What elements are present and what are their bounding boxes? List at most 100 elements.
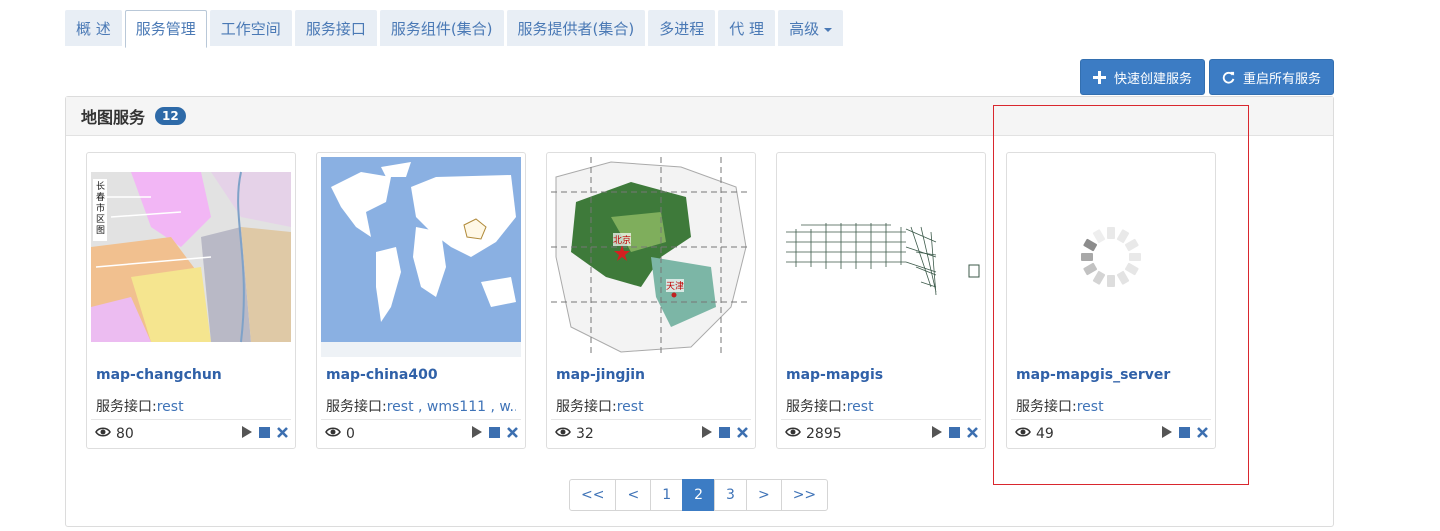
eye-icon bbox=[555, 426, 571, 442]
stop-icon[interactable] bbox=[949, 426, 960, 442]
card-controls bbox=[701, 425, 751, 442]
page-prev-button[interactable]: < bbox=[615, 479, 652, 511]
map-thumbnail-title: 长春市区图 bbox=[96, 182, 106, 236]
page-3-button[interactable]: 3 bbox=[714, 479, 747, 511]
map-services-panel: 地图服务 12 长春市区图 map-changchun 服务接口:rest 80… bbox=[65, 96, 1334, 527]
service-interfaces: 服务接口:rest bbox=[1016, 396, 1206, 416]
view-count-value: 0 bbox=[346, 425, 355, 442]
city-label-beijing: 北京 bbox=[613, 233, 632, 246]
stop-icon[interactable] bbox=[1179, 426, 1190, 442]
interface-values[interactable]: rest bbox=[1077, 399, 1104, 415]
delete-icon[interactable] bbox=[1197, 426, 1208, 442]
quick-create-service-button[interactable]: 快速创建服务 bbox=[1079, 59, 1205, 95]
delete-icon[interactable] bbox=[967, 426, 978, 442]
view-count: 80 bbox=[91, 426, 134, 442]
page-next-button[interactable]: > bbox=[745, 479, 782, 511]
tab-proxy[interactable]: 代 理 bbox=[718, 10, 776, 46]
eye-icon bbox=[95, 426, 111, 442]
nav-tabs: 概 述 服务管理 工作空间 服务接口 服务组件(集合) 服务提供者(集合) 多进… bbox=[65, 10, 844, 48]
city-label-tianjin: 天津 bbox=[666, 279, 685, 292]
map-thumbnail[interactable]: 长春市区图 bbox=[91, 157, 291, 357]
service-name-link[interactable]: map-jingjin bbox=[556, 367, 645, 383]
map-thumbnail[interactable] bbox=[1011, 157, 1211, 357]
card-controls bbox=[241, 425, 291, 442]
plus-icon bbox=[1092, 70, 1106, 84]
map-thumbnail[interactable] bbox=[781, 157, 981, 357]
service-card-jingjin: 北京 天津 map-jingjin 服务接口:rest 32 bbox=[546, 152, 756, 449]
page-1-button[interactable]: 1 bbox=[650, 479, 684, 511]
view-count-value: 80 bbox=[116, 425, 134, 442]
eye-icon bbox=[785, 426, 801, 442]
play-icon[interactable] bbox=[931, 425, 942, 442]
tab-advanced[interactable]: 高级 bbox=[778, 10, 844, 46]
service-interfaces: 服务接口:rest bbox=[96, 396, 286, 416]
interface-values[interactable]: rest bbox=[847, 399, 874, 415]
tab-service-interface[interactable]: 服务接口 bbox=[294, 10, 377, 46]
restart-all-services-button[interactable]: 重启所有服务 bbox=[1208, 59, 1334, 95]
interface-label: 服务接口: bbox=[326, 399, 387, 415]
play-icon[interactable] bbox=[701, 425, 712, 442]
interface-label: 服务接口: bbox=[96, 399, 157, 415]
page-first-button[interactable]: << bbox=[569, 479, 617, 511]
panel-header: 地图服务 12 bbox=[66, 97, 1333, 136]
service-interfaces: 服务接口:rest bbox=[556, 396, 746, 416]
service-card-china400: map-china400 服务接口:rest , wms111 , w... 0 bbox=[316, 152, 526, 449]
view-count-value: 2895 bbox=[806, 425, 842, 442]
delete-icon[interactable] bbox=[507, 426, 518, 442]
service-count-badge: 12 bbox=[155, 107, 186, 125]
view-count-value: 49 bbox=[1036, 425, 1054, 442]
play-icon[interactable] bbox=[241, 425, 252, 442]
view-count: 2895 bbox=[781, 426, 842, 442]
service-card-mapgis-server: map-mapgis_server 服务接口:rest 49 bbox=[1006, 152, 1216, 449]
card-controls bbox=[1161, 425, 1211, 442]
service-interfaces: 服务接口:rest bbox=[786, 396, 976, 416]
card-footer: 0 bbox=[321, 419, 521, 447]
map-thumbnail[interactable]: 北京 天津 bbox=[551, 157, 751, 357]
service-card-mapgis: map-mapgis 服务接口:rest 2895 bbox=[776, 152, 986, 449]
card-footer: 49 bbox=[1011, 419, 1211, 447]
interface-values[interactable]: rest bbox=[617, 399, 644, 415]
interface-values[interactable]: rest bbox=[157, 399, 184, 415]
stop-icon[interactable] bbox=[719, 426, 730, 442]
card-footer: 80 bbox=[91, 419, 291, 447]
map-thumbnail[interactable] bbox=[321, 157, 521, 357]
service-name-link[interactable]: map-mapgis_server bbox=[1016, 367, 1170, 383]
service-name-link[interactable]: map-changchun bbox=[96, 367, 222, 383]
interface-label: 服务接口: bbox=[786, 399, 847, 415]
page-2-button[interactable]: 2 bbox=[682, 479, 716, 511]
pagination: << < 1 2 3 > >> bbox=[569, 479, 829, 511]
tab-service-providers[interactable]: 服务提供者(集合) bbox=[506, 10, 646, 46]
tab-workspace[interactable]: 工作空间 bbox=[209, 10, 292, 46]
delete-icon[interactable] bbox=[277, 426, 288, 442]
page-last-button[interactable]: >> bbox=[780, 479, 829, 511]
refresh-icon bbox=[1222, 71, 1235, 84]
quick-create-service-label: 快速创建服务 bbox=[1113, 71, 1192, 87]
view-count: 32 bbox=[551, 426, 594, 442]
view-count: 0 bbox=[321, 426, 355, 442]
tab-service-components[interactable]: 服务组件(集合) bbox=[379, 10, 504, 46]
card-footer: 32 bbox=[551, 419, 751, 447]
stop-icon[interactable] bbox=[259, 426, 270, 442]
interface-values[interactable]: rest , wms111 , w... bbox=[387, 399, 516, 415]
card-controls bbox=[471, 425, 521, 442]
tab-overview[interactable]: 概 述 bbox=[65, 10, 122, 46]
interface-label: 服务接口: bbox=[1016, 399, 1077, 415]
service-name-link[interactable]: map-mapgis bbox=[786, 367, 883, 383]
eye-icon bbox=[325, 426, 341, 442]
panel-title: 地图服务 bbox=[81, 108, 146, 127]
play-icon[interactable] bbox=[471, 425, 482, 442]
tab-service-management[interactable]: 服务管理 bbox=[124, 10, 207, 48]
card-footer: 2895 bbox=[781, 419, 981, 447]
restart-all-services-label: 重启所有服务 bbox=[1242, 71, 1321, 87]
play-icon[interactable] bbox=[1161, 425, 1172, 442]
action-bar: 快速创建服务 重启所有服务 bbox=[1079, 59, 1334, 95]
view-count: 49 bbox=[1011, 426, 1054, 442]
delete-icon[interactable] bbox=[737, 426, 748, 442]
spinner-icon bbox=[1079, 225, 1143, 293]
tab-advanced-label: 高级 bbox=[789, 20, 820, 38]
service-interfaces: 服务接口:rest , wms111 , w... bbox=[326, 396, 516, 416]
tab-multiprocess[interactable]: 多进程 bbox=[648, 10, 716, 46]
view-count-value: 32 bbox=[576, 425, 594, 442]
service-name-link[interactable]: map-china400 bbox=[326, 367, 438, 383]
stop-icon[interactable] bbox=[489, 426, 500, 442]
